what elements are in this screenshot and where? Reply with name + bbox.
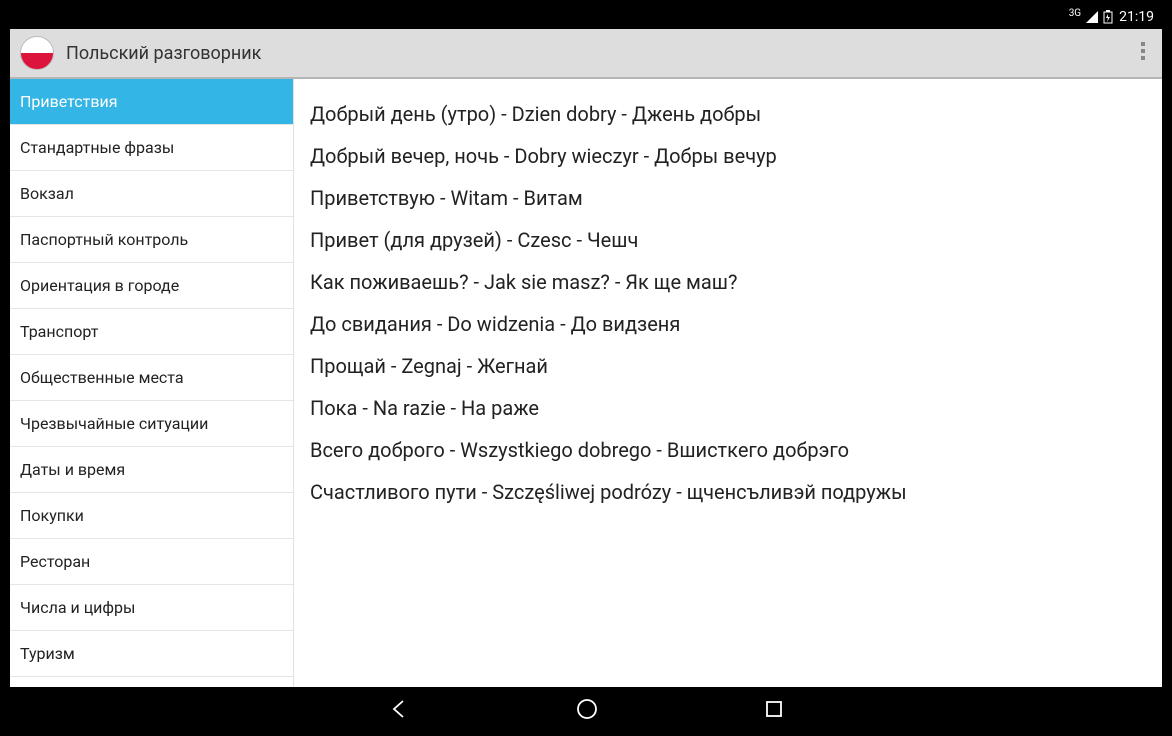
sidebar-item[interactable]: Приветствия bbox=[10, 79, 293, 125]
phrase-item[interactable]: Добрый день (утро) - Dzien dobry - Джень… bbox=[310, 101, 1146, 127]
sidebar-item[interactable]: Числа и цифры bbox=[10, 585, 293, 631]
phrase-item[interactable]: Как поживаешь? - Jak sie masz? - Як ще м… bbox=[310, 269, 1146, 295]
action-bar: Польский разговорник bbox=[10, 29, 1162, 79]
home-icon bbox=[576, 698, 598, 720]
app-title: Польский разговорник bbox=[66, 43, 1134, 64]
back-icon bbox=[388, 698, 410, 720]
sidebar-item[interactable]: Общественные места bbox=[10, 355, 293, 401]
sidebar-item[interactable]: Транспорт bbox=[10, 309, 293, 355]
phrase-item[interactable]: Счастливого пути - Szczęśliwej podrózy -… bbox=[310, 479, 1146, 505]
back-button[interactable] bbox=[380, 690, 418, 728]
signal-icon bbox=[1085, 10, 1099, 24]
home-button[interactable] bbox=[568, 690, 606, 728]
overflow-icon bbox=[1140, 40, 1146, 62]
phrase-item[interactable]: Привет (для друзей) - Czesc - Чешч bbox=[310, 227, 1146, 253]
overflow-menu-button[interactable] bbox=[1134, 34, 1152, 72]
clock: 21:19 bbox=[1119, 9, 1154, 25]
navigation-bar bbox=[10, 687, 1162, 731]
sidebar-item[interactable]: Стандартные фразы bbox=[10, 125, 293, 171]
phrase-item[interactable]: До свидания - Do widzenia - До видзеня bbox=[310, 311, 1146, 337]
status-bar: 3G 21:19 bbox=[10, 5, 1162, 29]
screen: 3G 21:19 Польский разговорник Пр bbox=[10, 5, 1162, 731]
phrase-item[interactable]: Добрый вечер, ночь - Dobry wieczyr - Доб… bbox=[310, 143, 1146, 169]
network-label: 3G bbox=[1069, 8, 1081, 19]
phrase-list[interactable]: Добрый день (утро) - Dzien dobry - Джень… bbox=[294, 79, 1162, 687]
sidebar-item[interactable]: Вокзал bbox=[10, 171, 293, 217]
phrase-item[interactable]: Всего доброго - Wszystkiego dobrego - Вш… bbox=[310, 437, 1146, 463]
recent-icon bbox=[764, 699, 784, 719]
sidebar-item[interactable]: Ресторан bbox=[10, 539, 293, 585]
sidebar-item[interactable]: Даты и время bbox=[10, 447, 293, 493]
sidebar-item[interactable]: Покупки bbox=[10, 493, 293, 539]
recent-button[interactable] bbox=[756, 691, 792, 727]
sidebar-item[interactable]: Ориентация в городе bbox=[10, 263, 293, 309]
sidebar-item[interactable]: Туризм bbox=[10, 631, 293, 677]
category-sidebar[interactable]: ПриветствияСтандартные фразыВокзалПаспор… bbox=[10, 79, 294, 687]
sidebar-item[interactable]: Паспортный контроль bbox=[10, 217, 293, 263]
app-body: ПриветствияСтандартные фразыВокзалПаспор… bbox=[10, 79, 1162, 687]
sidebar-item[interactable]: Чрезвычайные ситуации bbox=[10, 401, 293, 447]
phrase-item[interactable]: Приветствую - Witam - Витам bbox=[310, 185, 1146, 211]
battery-icon bbox=[1103, 10, 1113, 24]
device-frame: 3G 21:19 Польский разговорник Пр bbox=[0, 0, 1172, 736]
phrase-item[interactable]: Прощай - Zegnaj - Жегнай bbox=[310, 353, 1146, 379]
phrase-item[interactable]: Пока - Na razie - На раже bbox=[310, 395, 1146, 421]
poland-flag-icon bbox=[20, 36, 54, 70]
